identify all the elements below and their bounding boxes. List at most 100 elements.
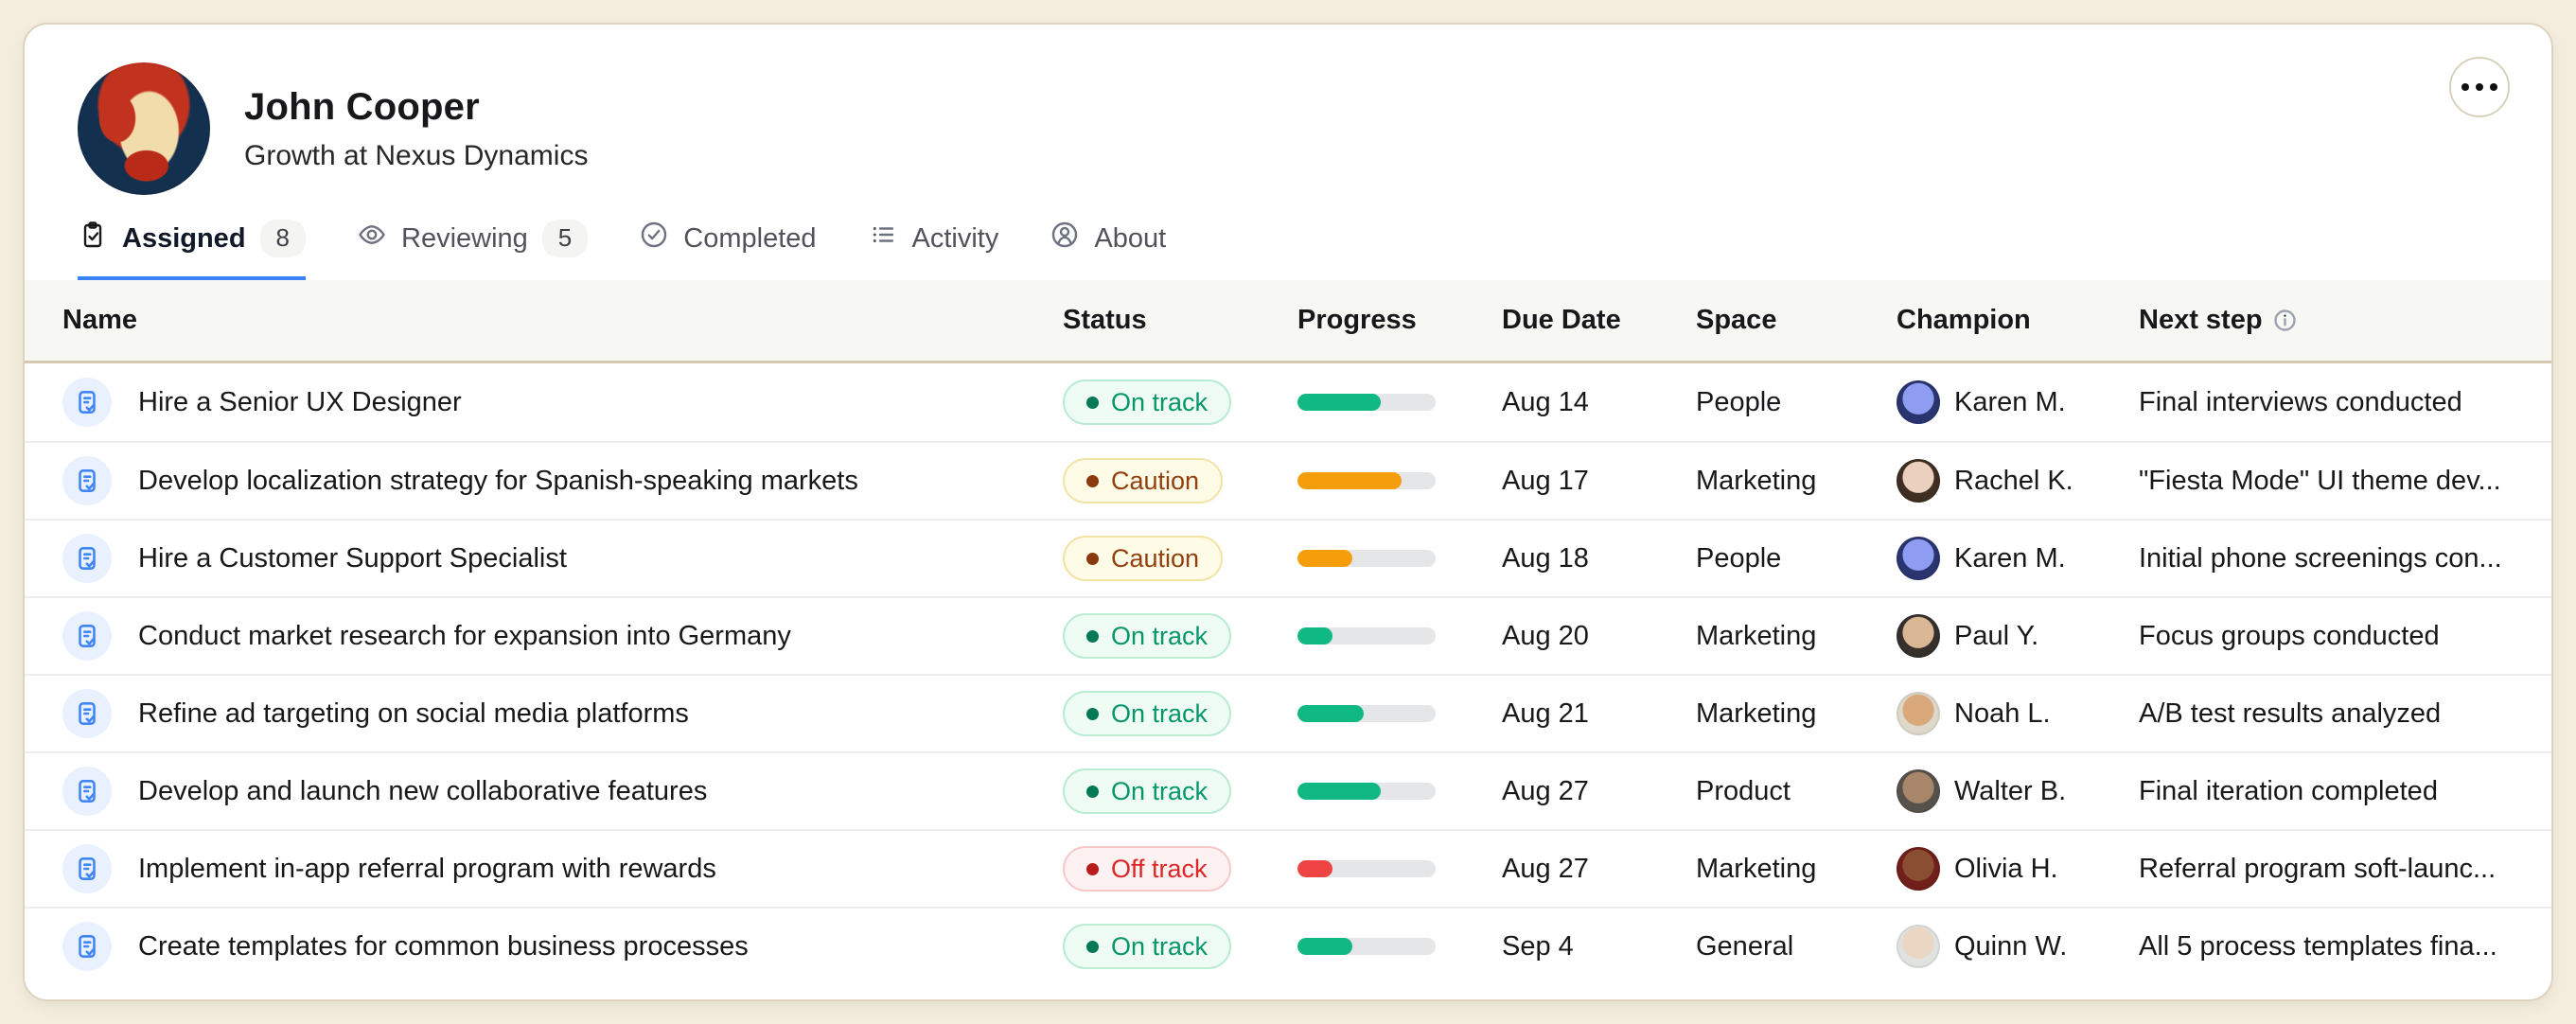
tab-reviewing[interactable]: Reviewing 5 <box>357 220 588 280</box>
progress-fill <box>1297 938 1352 955</box>
table-row[interactable]: Develop localization strategy for Spanis… <box>25 441 2551 519</box>
status-dot-icon <box>1086 397 1099 409</box>
next-step: Referral program soft-launc... <box>2139 854 2514 885</box>
progress-bar <box>1297 705 1436 722</box>
status-label: On track <box>1111 388 1208 417</box>
progress-bar <box>1297 783 1436 800</box>
column-header-champion: Champion <box>1897 305 2139 336</box>
champion-avatar <box>1897 614 1940 658</box>
task-name: Conduct market research for expansion in… <box>138 621 791 652</box>
task-name-cell[interactable]: Refine ad targeting on social media plat… <box>62 689 1063 738</box>
profile-card: John Cooper Growth at Nexus Dynamics Ass… <box>23 23 2553 1001</box>
clipboard-check-icon <box>78 220 108 257</box>
space: People <box>1696 543 1897 574</box>
next-step: A/B test results analyzed <box>2139 698 2514 730</box>
progress-cell <box>1297 627 1502 644</box>
progress-fill <box>1297 783 1381 800</box>
champion-name: Noah L. <box>1954 698 2051 730</box>
column-header-space: Space <box>1696 305 1897 336</box>
due-date: Aug 14 <box>1502 387 1696 418</box>
task-name-cell[interactable]: Conduct market research for expansion in… <box>62 611 1063 661</box>
space: Product <box>1696 776 1897 807</box>
space: Marketing <box>1696 854 1897 885</box>
table-row[interactable]: Refine ad targeting on social media plat… <box>25 674 2551 751</box>
due-date: Aug 20 <box>1502 621 1696 652</box>
list-icon <box>868 220 898 257</box>
champion-avatar <box>1897 459 1940 503</box>
champion-name: Quinn W. <box>1954 931 2067 962</box>
table-row[interactable]: Create templates for common business pro… <box>25 907 2551 984</box>
table-row[interactable]: Develop and launch new collaborative fea… <box>25 751 2551 829</box>
task-name-cell[interactable]: Develop localization strategy for Spanis… <box>62 456 1063 505</box>
status-dot-icon <box>1086 630 1099 643</box>
progress-cell <box>1297 550 1502 567</box>
champion-avatar <box>1897 692 1940 735</box>
profile-avatar <box>78 62 210 195</box>
status-cell: On track <box>1063 691 1297 736</box>
task-name: Develop and launch new collaborative fea… <box>138 776 707 807</box>
progress-fill <box>1297 705 1364 722</box>
status-cell: On track <box>1063 924 1297 969</box>
tab-completed[interactable]: Completed <box>639 220 816 280</box>
task-table-body: Hire a Senior UX Designer On track Aug 1… <box>25 363 2551 984</box>
champion-cell: Olivia H. <box>1897 847 2139 891</box>
progress-fill <box>1297 627 1332 644</box>
task-doc-icon <box>62 767 112 816</box>
space: Marketing <box>1696 466 1897 497</box>
more-options-button[interactable] <box>2449 57 2510 117</box>
space: Marketing <box>1696 698 1897 730</box>
champion-name: Rachel K. <box>1954 466 2073 497</box>
tab-bar: Assigned 8 Reviewing 5 Completed Activit… <box>25 220 2551 280</box>
table-row[interactable]: Implement in-app referral program with r… <box>25 829 2551 907</box>
due-date: Aug 18 <box>1502 543 1696 574</box>
table-row[interactable]: Conduct market research for expansion in… <box>25 596 2551 674</box>
task-name: Hire a Customer Support Specialist <box>138 543 567 574</box>
task-name-cell[interactable]: Hire a Customer Support Specialist <box>62 534 1063 583</box>
task-name-cell[interactable]: Develop and launch new collaborative fea… <box>62 767 1063 816</box>
info-icon[interactable] <box>2272 308 2298 333</box>
tab-label: Reviewing <box>401 223 528 255</box>
profile-header: John Cooper Growth at Nexus Dynamics <box>25 25 2551 195</box>
tab-activity[interactable]: Activity <box>868 220 999 280</box>
status-dot-icon <box>1086 863 1099 875</box>
status-badge: On track <box>1063 380 1231 425</box>
tab-count-badge: 8 <box>260 220 306 256</box>
status-badge: On track <box>1063 768 1231 814</box>
champion-avatar <box>1897 847 1940 891</box>
task-doc-icon <box>62 844 112 893</box>
status-label: Off track <box>1111 855 1208 884</box>
status-dot-icon <box>1086 553 1099 565</box>
champion-name: Karen M. <box>1954 543 2066 574</box>
check-circle-icon <box>639 220 669 257</box>
tab-label: Activity <box>912 223 999 255</box>
task-name-cell[interactable]: Implement in-app referral program with r… <box>62 844 1063 893</box>
table-header: Name Status Progress Due Date Space Cham… <box>25 280 2551 363</box>
next-step: Final interviews conducted <box>2139 387 2514 418</box>
due-date: Aug 27 <box>1502 854 1696 885</box>
status-badge: Caution <box>1063 536 1223 581</box>
tab-assigned[interactable]: Assigned 8 <box>78 220 306 280</box>
status-badge: On track <box>1063 924 1231 969</box>
next-step: Final iteration completed <box>2139 776 2514 807</box>
eye-icon <box>357 220 387 257</box>
task-doc-icon <box>62 611 112 661</box>
champion-avatar <box>1897 925 1940 968</box>
status-cell: On track <box>1063 613 1297 659</box>
progress-cell <box>1297 705 1502 722</box>
progress-bar <box>1297 394 1436 411</box>
next-step: "Fiesta Mode" UI theme dev... <box>2139 466 2514 497</box>
champion-avatar <box>1897 769 1940 813</box>
tab-about[interactable]: About <box>1050 220 1166 280</box>
champion-avatar <box>1897 380 1940 424</box>
next-step: All 5 process templates fina... <box>2139 931 2514 962</box>
table-row[interactable]: Hire a Senior UX Designer On track Aug 1… <box>25 363 2551 441</box>
progress-cell <box>1297 938 1502 955</box>
progress-bar <box>1297 472 1436 489</box>
task-name-cell[interactable]: Create templates for common business pro… <box>62 922 1063 971</box>
due-date: Aug 21 <box>1502 698 1696 730</box>
task-doc-icon <box>62 689 112 738</box>
table-row[interactable]: Hire a Customer Support Specialist Cauti… <box>25 519 2551 596</box>
task-doc-icon <box>62 534 112 583</box>
task-name-cell[interactable]: Hire a Senior UX Designer <box>62 378 1063 427</box>
next-step: Focus groups conducted <box>2139 621 2514 652</box>
